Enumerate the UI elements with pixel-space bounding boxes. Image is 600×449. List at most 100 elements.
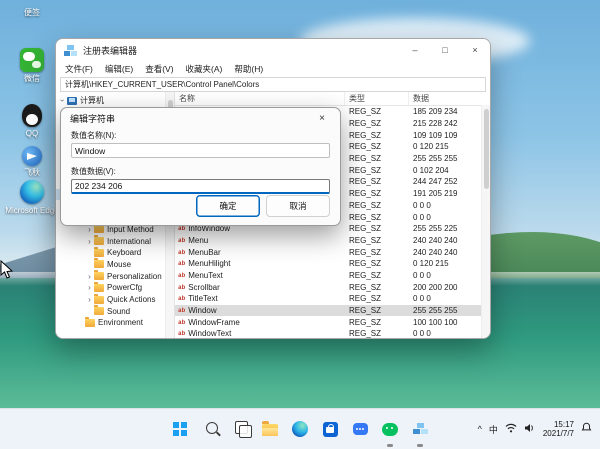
tree-item-label: Input Method — [107, 225, 154, 234]
tree-item-label: Mouse — [107, 260, 131, 269]
expand-arrow-icon[interactable]: › — [86, 225, 93, 234]
value-name-cell: abMenuText — [175, 271, 345, 280]
tree-item-environment[interactable]: Environment — [56, 317, 174, 329]
desktop-icon-label: 便签 — [24, 8, 40, 17]
tree-item-item[interactable]: ›计算机 — [56, 95, 174, 107]
search-taskbar-button[interactable] — [197, 416, 223, 442]
ok-button[interactable]: 确定 — [196, 195, 260, 217]
dialog-buttons: 确定 取消 — [196, 195, 330, 217]
hidden-icons-chevron-icon[interactable]: ^ — [478, 424, 482, 434]
dialog-close-icon[interactable]: × — [313, 113, 331, 124]
registry-value-row-menuhilight[interactable]: abMenuHilightREG_SZ0 120 215 — [175, 258, 490, 270]
expand-arrow-icon[interactable]: › — [86, 237, 93, 246]
address-input[interactable]: 计算机\HKEY_CURRENT_USER\Control Panel\Colo… — [60, 77, 486, 92]
menu-item-2[interactable]: 查看(V) — [139, 63, 179, 75]
value-type: REG_SZ — [345, 119, 409, 128]
value-data: 240 240 240 — [409, 236, 490, 245]
menu-item-4[interactable]: 帮助(H) — [228, 63, 269, 75]
desktop-icon-wechat[interactable]: 微信 — [2, 48, 62, 83]
desktop-icon-edge[interactable]: Microsoft Edge — [2, 180, 62, 215]
menu-item-0[interactable]: 文件(F) — [59, 63, 99, 75]
value-name-input[interactable] — [71, 143, 330, 158]
regedit-taskbar-button[interactable] — [407, 416, 433, 442]
value-type: REG_SZ — [345, 142, 409, 151]
notifications-bell-icon[interactable] — [581, 420, 592, 438]
tree-item-mouse[interactable]: Mouse — [56, 259, 174, 271]
minimize-button[interactable]: – — [400, 39, 430, 61]
wifi-icon[interactable] — [505, 420, 517, 438]
clock-date: 2021/7/7 — [543, 429, 574, 439]
ime-indicator[interactable]: 中 — [489, 423, 498, 436]
value-name-cell: abMenuHilight — [175, 259, 345, 268]
registry-value-row-menu[interactable]: abMenuREG_SZ240 240 240 — [175, 235, 490, 247]
registry-value-row-windowtext[interactable]: abWindowTextREG_SZ0 0 0 — [175, 328, 490, 338]
store-taskbar-button[interactable] — [317, 416, 343, 442]
value-type: REG_SZ — [345, 201, 409, 210]
tree-item-powercfg[interactable]: ›PowerCfg — [56, 282, 174, 294]
registry-value-row-scrollbar[interactable]: abScrollbarREG_SZ200 200 200 — [175, 281, 490, 293]
value-type: REG_SZ — [345, 166, 409, 175]
desktop-icon-feiq[interactable]: 飞秋 — [2, 146, 62, 177]
list-scrollbar[interactable] — [481, 105, 490, 338]
value-data-input[interactable] — [71, 179, 330, 194]
wechat-taskbar-button[interactable] — [377, 416, 403, 442]
expand-arrow-icon[interactable]: › — [86, 283, 93, 292]
task-view-taskbar-button[interactable] — [227, 416, 253, 442]
dialog-body: 数值名称(N): 数值数据(V): — [61, 130, 340, 194]
value-type: REG_SZ — [345, 283, 409, 292]
registry-value-row-titletext[interactable]: abTitleTextREG_SZ0 0 0 — [175, 293, 490, 305]
value-name-cell: abWindow — [175, 306, 345, 315]
registry-value-row-menutext[interactable]: abMenuTextREG_SZ0 0 0 — [175, 270, 490, 282]
column-header-data[interactable]: 数据 — [409, 92, 490, 105]
registry-value-row-window[interactable]: abWindowREG_SZ255 255 255 — [175, 305, 490, 317]
value-data: 109 109 109 — [409, 131, 490, 140]
expand-arrow-icon[interactable]: › — [86, 272, 93, 281]
wechat-icon — [20, 48, 44, 72]
dialog-title-bar[interactable]: 编辑字符串 × — [61, 108, 340, 128]
column-header-name[interactable]: 名称 — [175, 92, 345, 105]
title-bar[interactable]: 注册表编辑器 – □ × — [56, 39, 490, 61]
file-explorer-taskbar-button[interactable] — [257, 416, 283, 442]
feiq-icon — [22, 146, 42, 166]
desktop-icon-label: Microsoft Edge — [5, 206, 58, 215]
tree-item-label: International — [107, 237, 151, 246]
chat-taskbar-button[interactable] — [347, 416, 373, 442]
tree-item-international[interactable]: › International — [56, 235, 174, 247]
tree-item-keyboard[interactable]: Keyboard — [56, 247, 174, 259]
clock[interactable]: 15:17 2021/7/7 — [543, 420, 574, 439]
value-data: 0 0 0 — [409, 201, 490, 210]
registry-value-row-menubar[interactable]: abMenuBarREG_SZ240 240 240 — [175, 246, 490, 258]
folder-icon — [94, 272, 104, 280]
string-value-icon: ab — [178, 284, 185, 291]
string-value-icon: ab — [178, 307, 185, 314]
edge-icon — [292, 421, 308, 437]
expand-arrow-icon[interactable]: › — [86, 295, 93, 304]
start-taskbar-button[interactable] — [167, 416, 193, 442]
cancel-button[interactable]: 取消 — [266, 195, 330, 217]
tree-item-personalization[interactable]: ›Personalization — [56, 270, 174, 282]
desktop-icon-sticky-notes[interactable]: 便签 — [2, 6, 62, 17]
value-name-cell: abMenuBar — [175, 248, 345, 257]
tree-item-quick-actions[interactable]: ›Quick Actions — [56, 294, 174, 306]
edge-taskbar-button[interactable] — [287, 416, 313, 442]
desktop-icon-label: QQ — [26, 129, 38, 138]
menu-item-3[interactable]: 收藏夹(A) — [180, 63, 229, 75]
system-tray: ^ 中 15:17 2021/7/7 — [474, 409, 596, 449]
edge-icon — [20, 180, 44, 204]
close-button[interactable]: × — [460, 39, 490, 61]
maximize-button[interactable]: □ — [430, 39, 460, 61]
desktop-icon-qq[interactable]: QQ — [2, 104, 62, 138]
column-header-type[interactable]: 类型 — [345, 92, 409, 105]
address-bar: 计算机\HKEY_CURRENT_USER\Control Panel\Colo… — [56, 76, 490, 92]
folder-icon — [94, 237, 104, 245]
value-type: REG_SZ — [345, 189, 409, 198]
computer-icon — [67, 97, 77, 105]
expand-arrow-icon[interactable]: › — [58, 97, 67, 104]
tree-item-sound[interactable]: Sound — [56, 305, 174, 317]
task-view-icon — [235, 421, 248, 434]
menu-item-1[interactable]: 编辑(E) — [99, 63, 139, 75]
folder-icon — [94, 284, 104, 292]
volume-icon[interactable] — [524, 420, 536, 438]
value-name: TitleText — [188, 294, 218, 303]
registry-value-row-windowframe[interactable]: abWindowFrameREG_SZ100 100 100 — [175, 316, 490, 328]
